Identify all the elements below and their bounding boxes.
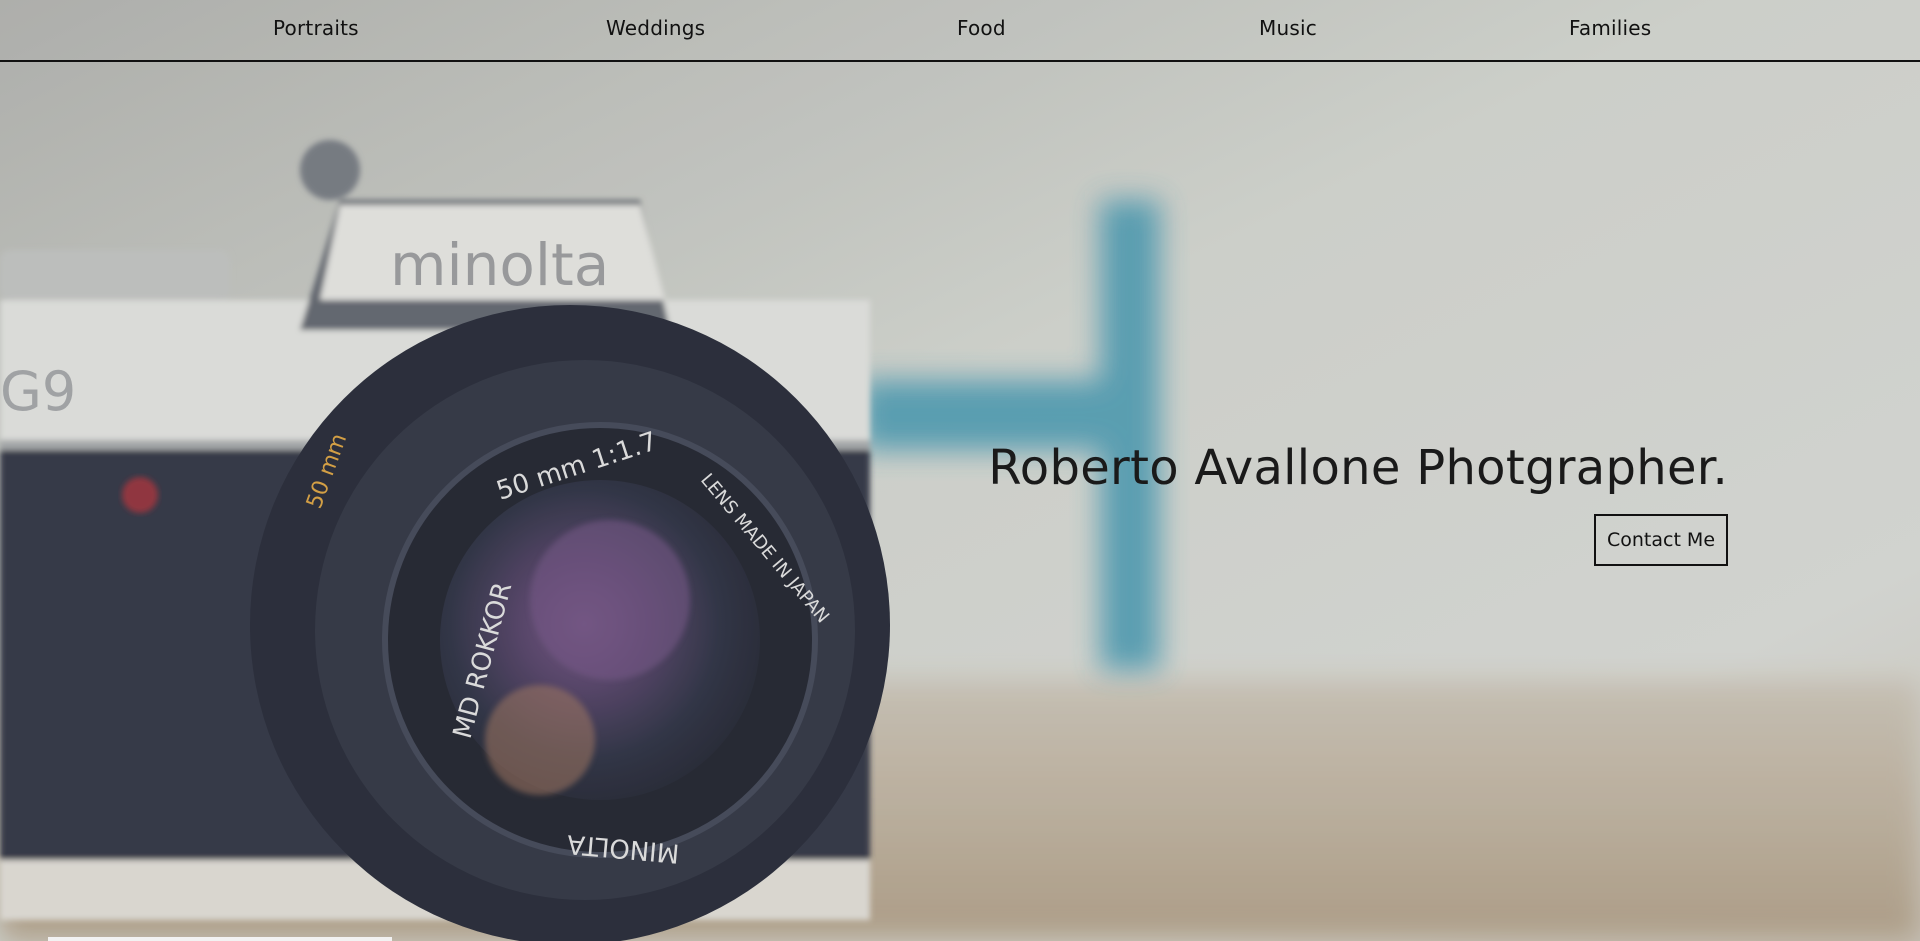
page: minolta G9 50 mm 1:1.7 MD ROKKOR LENS MA… <box>0 0 1920 941</box>
nav-item-portraits[interactable]: Portraits <box>273 16 359 40</box>
top-navigation: Portraits Weddings Food Music Families <box>0 0 1920 62</box>
contact-me-button[interactable]: Contact Me <box>1594 514 1728 566</box>
hero-title: Roberto Avallone Photgrapher. <box>988 440 1728 496</box>
nav-item-weddings[interactable]: Weddings <box>606 16 705 40</box>
nav-item-families[interactable]: Families <box>1569 16 1651 40</box>
nav-item-food[interactable]: Food <box>957 16 1006 40</box>
nav-item-music[interactable]: Music <box>1259 16 1317 40</box>
bottom-progress-strip <box>48 937 392 941</box>
